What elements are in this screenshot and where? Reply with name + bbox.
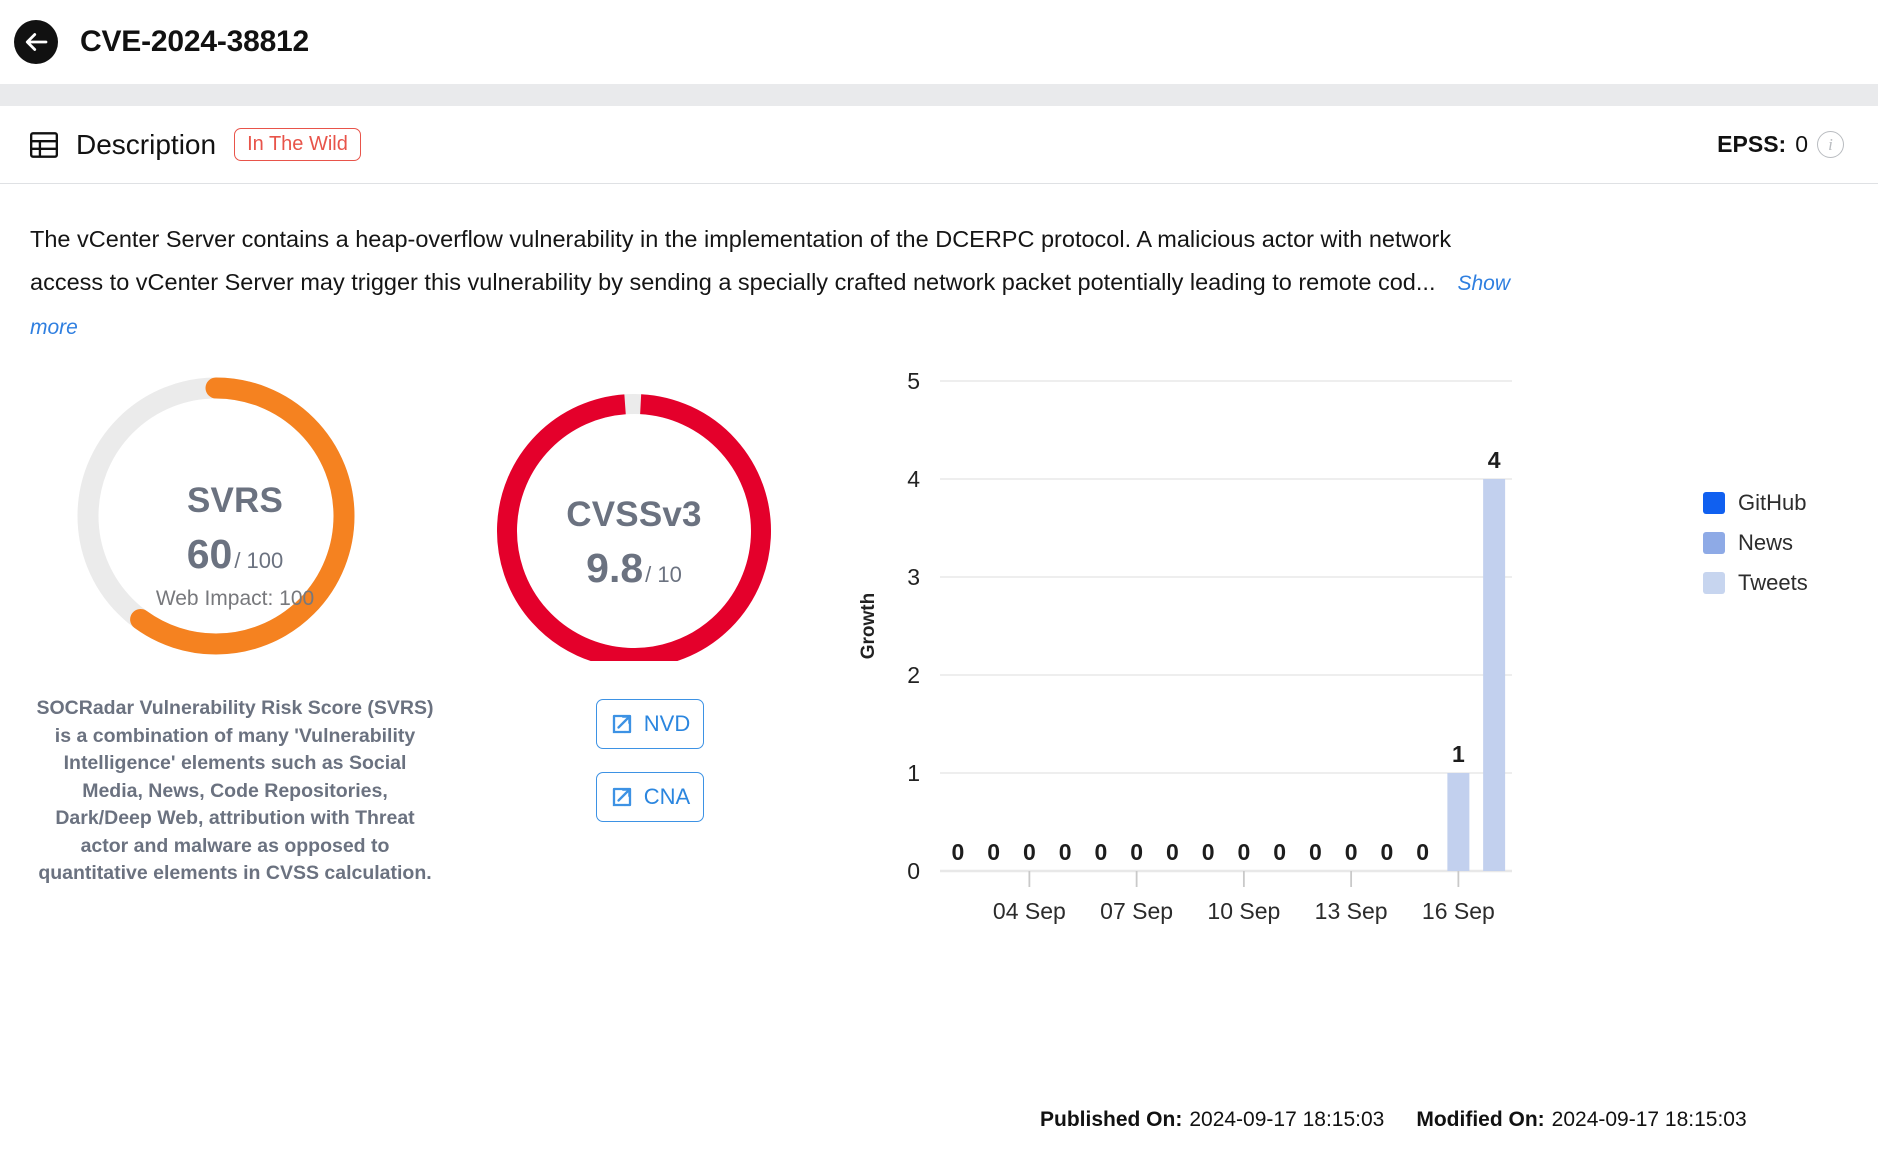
modified-on-label: Modified On: bbox=[1416, 1108, 1545, 1131]
chart-y-tick-label: 1 bbox=[907, 760, 920, 786]
chart-bar-label: 0 bbox=[1059, 839, 1072, 865]
svrs-donut: SVRS 60/ 100 Web Impact: 100 bbox=[0, 371, 470, 661]
epss-indicator: EPSS: 0 i bbox=[1717, 131, 1844, 158]
description-text: The vCenter Server contains a heap-overf… bbox=[30, 226, 1452, 295]
chart-legend: GitHub News Tweets bbox=[1703, 490, 1808, 596]
growth-chart-column: Growth 0 1 2 3 4 5 0 0 0 0 0 0 0 0 0 0 0 0 0 0 1 4 04 Sep 07 Sep… bbox=[830, 371, 1878, 1109]
modified-on-value: 2024-09-17 18:15:03 bbox=[1551, 1108, 1747, 1131]
back-button[interactable] bbox=[14, 20, 58, 64]
external-link-icon bbox=[612, 714, 631, 734]
growth-chart: Growth 0 1 2 3 4 5 0 0 0 0 0 0 0 0 0 0 0 0 0 0 1 4 04 Sep 07 Sep… bbox=[830, 371, 1878, 1011]
chart-bar-label: 0 bbox=[987, 839, 1000, 865]
chart-bar[interactable] bbox=[1447, 773, 1470, 871]
growth-chart-svg: Growth0123450 0 0 0 0 0 0 0 0 0 0 0 0 01404 Sep 07 Sep… bbox=[858, 371, 1512, 924]
cna-link-button[interactable]: CNA bbox=[596, 772, 704, 822]
chart-bar-label: 0 bbox=[1345, 839, 1358, 865]
legend-swatch-tweets bbox=[1703, 572, 1725, 594]
status-badge-in-the-wild[interactable]: In The Wild bbox=[234, 128, 361, 161]
chart-bar-label: 0 bbox=[1094, 839, 1107, 865]
main-content: SVRS 60/ 100 Web Impact: 100 SOCRadar Vu… bbox=[0, 349, 1878, 1109]
legend-item-tweets[interactable]: Tweets bbox=[1703, 570, 1808, 596]
page-title: CVE-2024-38812 bbox=[80, 25, 310, 58]
chart-y-tick-label: 0 bbox=[907, 858, 920, 884]
cvss-link-buttons: NVD CNA bbox=[470, 699, 830, 822]
chart-y-tick-label: 4 bbox=[907, 466, 920, 492]
chart-bar-label: 0 bbox=[1309, 839, 1322, 865]
chart-x-tick-label: 10 Sep bbox=[1207, 898, 1280, 924]
chart-bar-label: 0 bbox=[1416, 839, 1429, 865]
chart-bar-label: 0 bbox=[951, 839, 964, 865]
epss-label: EPSS: bbox=[1717, 131, 1787, 157]
modified-on: Modified On: 2024-09-17 18:15:03 bbox=[1416, 1108, 1746, 1132]
chart-bar-label: 0 bbox=[1380, 839, 1393, 865]
chart-bar-label: 0 bbox=[1130, 839, 1143, 865]
chart-y-tick-label: 3 bbox=[907, 564, 920, 590]
footer-dates: Published On: 2024-09-17 18:15:03 Modifie… bbox=[1040, 1108, 1747, 1132]
chart-bar-label: 0 bbox=[1202, 839, 1215, 865]
svrs-donut-svg bbox=[77, 377, 355, 655]
description-body: The vCenter Server contains a heap-overf… bbox=[0, 184, 1560, 349]
chart-bar-label: 1 bbox=[1452, 741, 1465, 767]
chart-x-tick-label: 16 Sep bbox=[1422, 898, 1495, 924]
chart-bar[interactable] bbox=[1483, 479, 1506, 871]
chart-y-axis-label: Growth bbox=[858, 593, 879, 660]
cvss-column: CVSSv3 9.8/ 10 NVD CNA bbox=[470, 371, 830, 1109]
section-divider-band bbox=[0, 84, 1878, 106]
legend-label-news: News bbox=[1738, 530, 1794, 555]
external-link-icon bbox=[612, 787, 631, 807]
chart-y-tick-label: 5 bbox=[907, 371, 920, 394]
published-on-value: 2024-09-17 18:15:03 bbox=[1189, 1108, 1385, 1131]
cvss-donut-svg bbox=[497, 394, 771, 661]
svrs-explanation: SOCRadar Vulnerability Risk Score (SVRS)… bbox=[36, 697, 434, 884]
top-bar: CVE-2024-38812 bbox=[0, 0, 1878, 84]
legend-item-news[interactable]: News bbox=[1703, 530, 1808, 556]
description-title: Description bbox=[76, 128, 217, 160]
grid-list-icon bbox=[30, 131, 58, 158]
legend-label-tweets: Tweets bbox=[1738, 570, 1808, 595]
nvd-link-button[interactable]: NVD bbox=[596, 699, 704, 749]
epss-value: 0 bbox=[1795, 131, 1808, 157]
chart-x-tick-label: 04 Sep bbox=[993, 898, 1066, 924]
chart-bar-label: 4 bbox=[1488, 447, 1501, 473]
nvd-label: NVD bbox=[643, 711, 691, 736]
legend-item-github[interactable]: GitHub bbox=[1703, 490, 1808, 516]
cvss-donut: CVSSv3 9.8/ 10 bbox=[470, 371, 830, 661]
chart-bar-label: 0 bbox=[1166, 839, 1179, 865]
chart-y-tick-label: 2 bbox=[907, 662, 920, 688]
svrs-column: SVRS 60/ 100 Web Impact: 100 SOCRadar Vu… bbox=[0, 371, 470, 1109]
chart-x-tick-label: 13 Sep bbox=[1315, 898, 1388, 924]
description-header: Description In The Wild EPSS: 0 i bbox=[0, 106, 1878, 184]
chart-bar-label: 0 bbox=[1023, 839, 1036, 865]
legend-swatch-github bbox=[1703, 492, 1725, 514]
legend-label-github: GitHub bbox=[1738, 490, 1807, 515]
legend-swatch-news bbox=[1703, 532, 1725, 554]
published-on-label: Published On: bbox=[1040, 1108, 1183, 1131]
published-on: Published On: 2024-09-17 18:15:03 bbox=[1040, 1108, 1384, 1132]
chart-bar-label: 0 bbox=[1273, 839, 1286, 865]
cna-label: CNA bbox=[643, 784, 691, 809]
chart-bar-label: 0 bbox=[1237, 839, 1250, 865]
info-icon[interactable]: i bbox=[1817, 131, 1844, 158]
back-arrow-icon bbox=[25, 33, 48, 51]
chart-x-tick-label: 07 Sep bbox=[1100, 898, 1173, 924]
